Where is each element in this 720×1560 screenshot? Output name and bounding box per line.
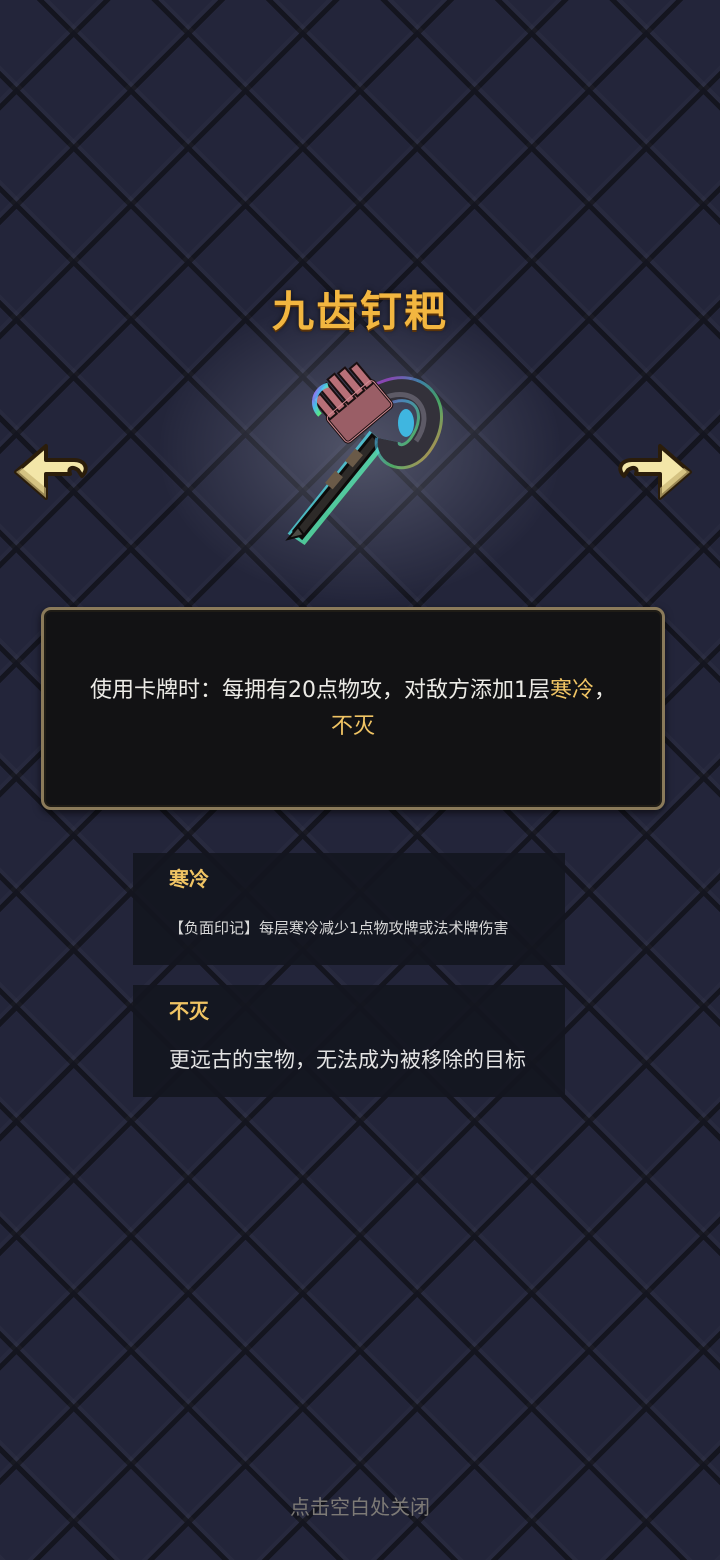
keyword-info-eternal: 不灭 更远古的宝物，无法成为被移除的目标: [133, 985, 565, 1097]
arrow-left-icon: [14, 444, 88, 500]
description-separator: ，: [594, 677, 617, 703]
item-description-panel: 使用卡牌时：每拥有20点物攻，对敌方添加1层寒冷， 不灭: [41, 607, 665, 810]
keyword-cold-link[interactable]: 寒冷: [550, 678, 594, 703]
rake-weapon-icon: [270, 355, 450, 546]
keyword-eternal-link[interactable]: 不灭: [331, 714, 375, 739]
keyword-info-cold: 寒冷 【负面印记】每层寒冷减少1点物攻牌或法术牌伤害: [133, 853, 565, 965]
keyword-body: 更远古的宝物，无法成为被移除的目标: [169, 1048, 526, 1072]
item-title: 九齿钉耙: [271, 287, 448, 336]
next-item-button[interactable]: [614, 438, 694, 508]
item-description: 使用卡牌时：每拥有20点物攻，对敌方添加1层寒冷， 不灭: [84, 673, 622, 745]
arrow-right-icon: [618, 444, 692, 500]
close-hint[interactable]: 点击空白处关闭: [0, 1491, 720, 1520]
keyword-title: 不灭: [169, 999, 209, 1023]
description-prefix: 使用卡牌时：每拥有20点物攻，对敌方添加1层: [89, 677, 550, 703]
keyword-title: 寒冷: [169, 867, 209, 891]
keyword-body: 【负面印记】每层寒冷减少1点物攻牌或法术牌伤害: [169, 919, 509, 937]
previous-item-button[interactable]: [12, 438, 92, 508]
